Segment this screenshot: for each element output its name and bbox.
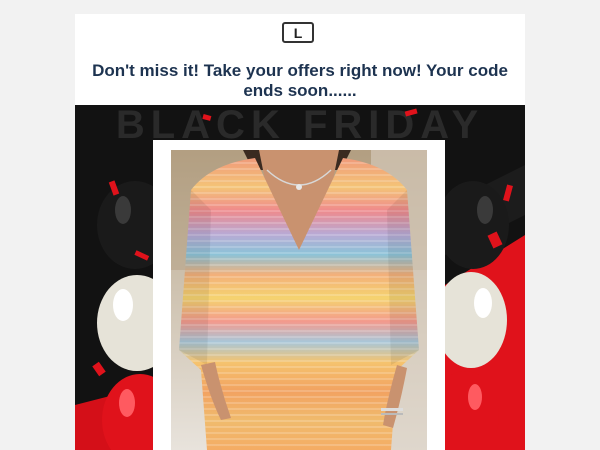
email-header: L Don't miss it! Take your offers right … [75, 14, 525, 105]
product-image-frame[interactable] [153, 140, 445, 450]
balloon-icon [437, 181, 509, 269]
promo-headline: Don't miss it! Take your offers right no… [92, 61, 508, 100]
sweater-image [171, 150, 427, 450]
email-container: L Don't miss it! Take your offers right … [75, 14, 525, 450]
logo-letter: L [293, 24, 303, 41]
black-friday-banner[interactable]: BLACK FRIDAY [75, 105, 525, 450]
brand-logo[interactable]: L [282, 22, 314, 43]
product-photo[interactable] [171, 150, 427, 450]
balloon-icon [435, 272, 507, 368]
